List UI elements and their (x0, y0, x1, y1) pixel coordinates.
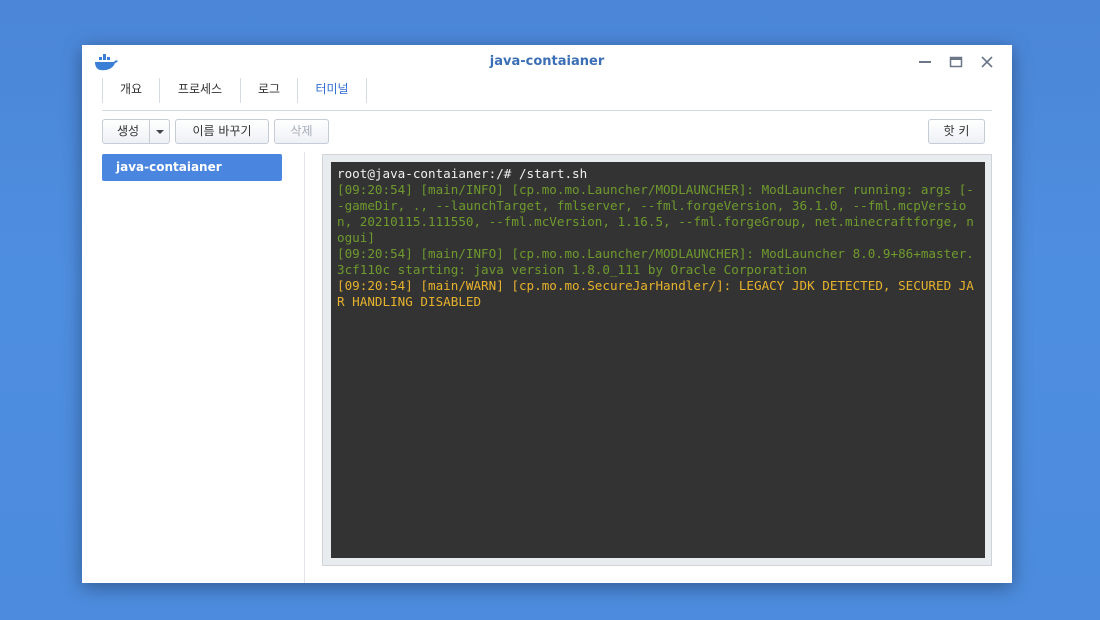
delete-button[interactable]: 삭제 (274, 119, 329, 144)
terminal-line-info: [09:20:54] [main/INFO] [cp.mo.mo.Launche… (337, 182, 974, 245)
terminal-frame: root@java-contaianer:/# /start.sh [09:20… (322, 154, 992, 566)
terminal-line-info: [09:20:54] [main/INFO] [cp.mo.mo.Launche… (337, 246, 974, 277)
create-button-label: 생성 (117, 124, 140, 138)
terminal-line-warn: [09:20:54] [main/WARN] [cp.mo.mo.SecureJ… (337, 278, 974, 309)
tab-logs[interactable]: 로그 (241, 78, 298, 103)
hotkey-button[interactable]: 핫 키 (928, 119, 985, 144)
container-window: java-contaianer 개요 프로세스 로그 터미널 생성 이름 바꾸기… (82, 45, 1012, 583)
terminal-console[interactable]: root@java-contaianer:/# /start.sh [09:20… (331, 162, 985, 558)
sidebar: java-contaianer (82, 152, 305, 583)
minimize-icon[interactable] (915, 52, 935, 72)
terminal-line-prompt: root@java-contaianer:/# /start.sh (337, 166, 588, 181)
tab-terminal[interactable]: 터미널 (298, 78, 367, 103)
sidebar-item-java-contaianer[interactable]: java-contaianer (102, 154, 282, 181)
window-title: java-contaianer (489, 54, 605, 69)
create-button[interactable]: 생성 (102, 119, 170, 144)
title-bar[interactable]: java-contaianer (82, 45, 1012, 79)
maximize-icon[interactable] (946, 52, 966, 72)
tab-overview[interactable]: 개요 (102, 78, 160, 103)
tab-bar: 개요 프로세스 로그 터미널 (102, 78, 992, 111)
chevron-down-icon[interactable] (149, 120, 169, 143)
tab-processes[interactable]: 프로세스 (160, 78, 241, 103)
close-icon[interactable] (977, 52, 997, 72)
rename-button[interactable]: 이름 바꾸기 (175, 119, 269, 144)
